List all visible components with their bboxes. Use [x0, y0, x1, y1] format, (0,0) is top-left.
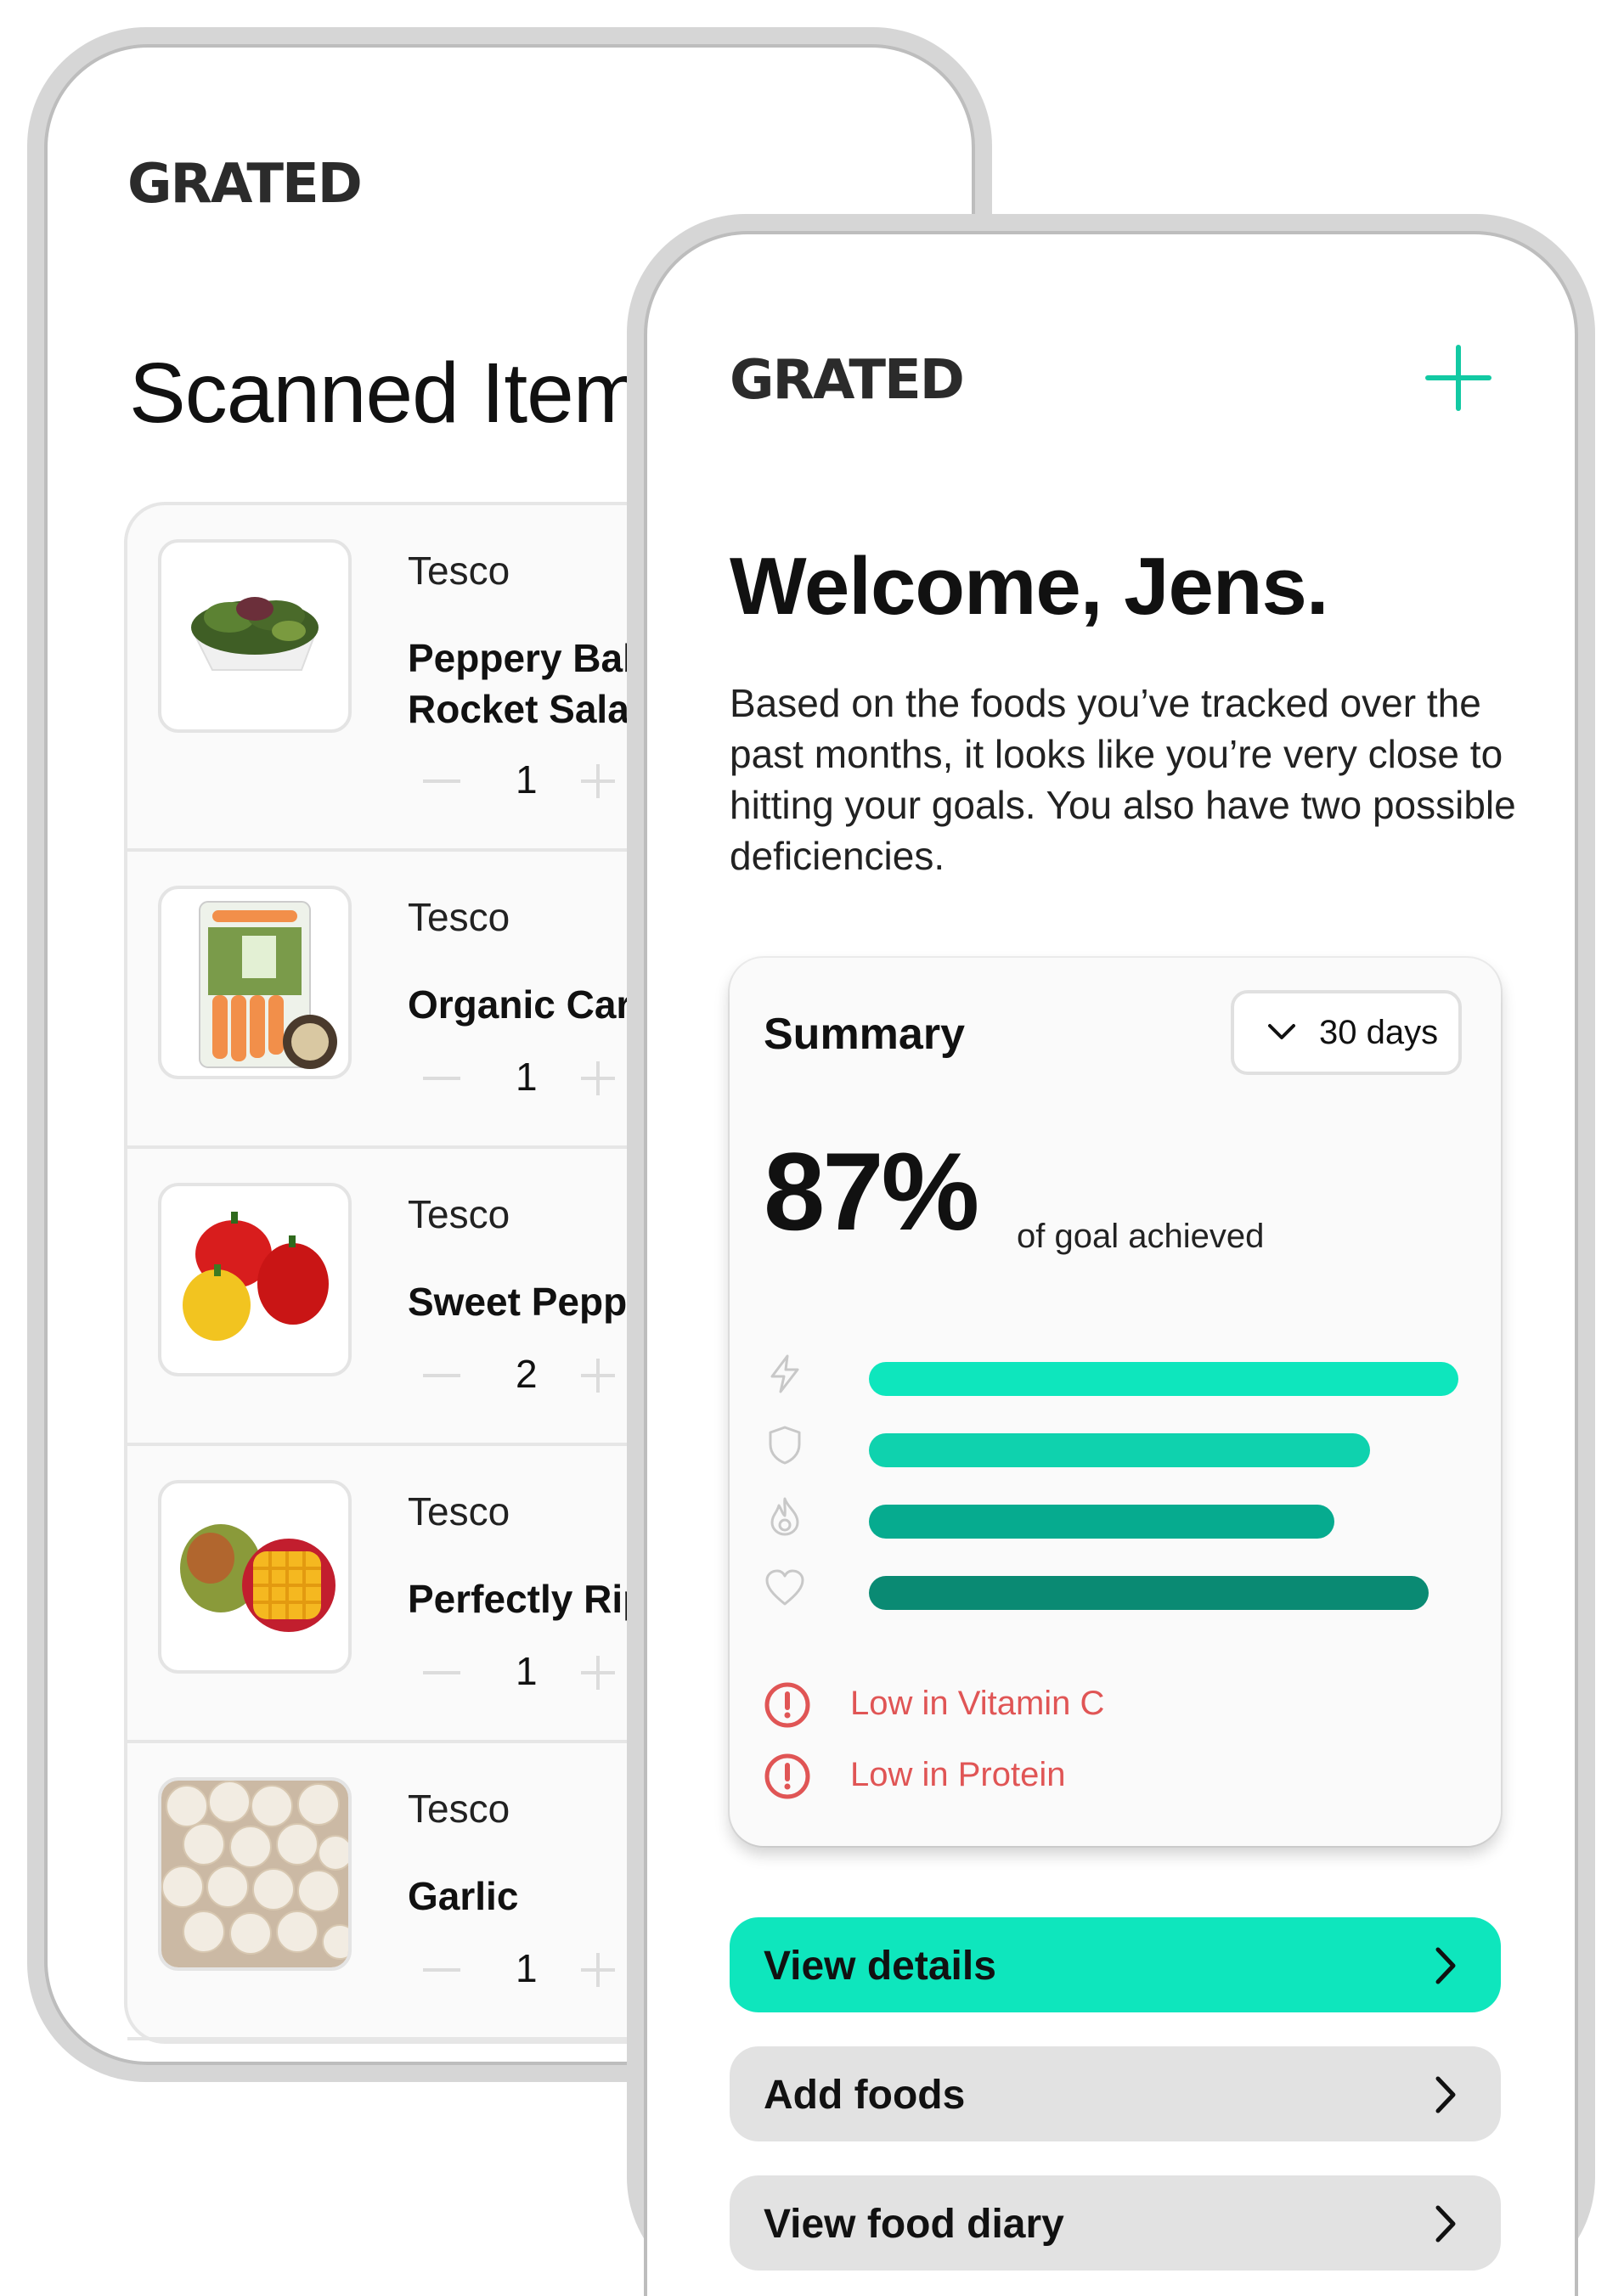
product-image [158, 1480, 352, 1674]
store-name: Tesco [408, 895, 510, 939]
metric-energy [764, 1348, 1469, 1399]
warning-text: Low in Protein [850, 1756, 1066, 1793]
metric-bar [869, 1433, 1370, 1467]
range-dropdown[interactable]: 30 days [1231, 990, 1462, 1075]
welcome-heading: Welcome, Jens. [730, 541, 1329, 632]
heart-icon [765, 1569, 804, 1606]
decrease-quantity-button[interactable] [423, 1374, 460, 1377]
metric-bar [869, 1576, 1429, 1610]
store-name: Tesco [408, 1192, 510, 1236]
product-image [158, 1777, 352, 1971]
alert-circle-icon [764, 1753, 810, 1799]
quantity-value: 1 [516, 1946, 538, 1990]
view-food-diary-button[interactable]: View food diary [730, 2175, 1501, 2271]
increase-quantity-button[interactable] [581, 764, 615, 798]
decrease-quantity-button[interactable] [423, 1968, 460, 1972]
quantity-value: 1 [516, 1055, 538, 1099]
store-name: Tesco [408, 1787, 510, 1831]
alert-circle-icon [764, 1682, 810, 1728]
increase-quantity-button[interactable] [581, 1656, 615, 1690]
product-image [158, 1183, 352, 1376]
app-logo: GRATED [730, 349, 965, 412]
chevron-right-icon [1435, 1947, 1456, 1984]
metric-heart [764, 1562, 1469, 1613]
app-logo: GRATED [127, 153, 363, 216]
decrease-quantity-button[interactable] [423, 779, 460, 783]
goal-percent: 87% [764, 1129, 979, 1253]
range-label: 30 days [1319, 1014, 1439, 1051]
quantity-value: 1 [516, 1649, 538, 1693]
decrease-quantity-button[interactable] [423, 1671, 460, 1674]
store-name: Tesco [408, 1489, 510, 1533]
chevron-right-icon [1435, 2205, 1456, 2243]
chevron-down-icon [1268, 1024, 1295, 1039]
metric-immunity [764, 1420, 1469, 1471]
home-screen: GRATED Welcome, Jens. Based on the foods… [644, 231, 1578, 2296]
decrease-quantity-button[interactable] [423, 1077, 460, 1080]
metric-bar [869, 1362, 1458, 1396]
product-image [158, 886, 352, 1079]
button-label: View details [764, 1944, 996, 1989]
flame-icon [770, 1497, 799, 1536]
increase-quantity-button[interactable] [581, 1953, 615, 1987]
phone-frame-front: GRATED Welcome, Jens. Based on the foods… [627, 214, 1595, 2296]
page-title: Scanned Items [129, 346, 685, 441]
button-label: View food diary [764, 2202, 1064, 2247]
product-image [158, 539, 352, 733]
plus-icon[interactable] [1425, 345, 1491, 411]
chevron-right-icon [1435, 2076, 1456, 2113]
lightning-icon [770, 1354, 799, 1393]
increase-quantity-button[interactable] [581, 1061, 615, 1095]
add-foods-button[interactable]: Add foods [730, 2046, 1501, 2141]
product-name: Garlic [408, 1874, 519, 1918]
quantity-value: 1 [516, 757, 538, 802]
intro-text: Based on the foods you’ve tracked over t… [730, 681, 1516, 878]
button-label: Add foods [764, 2073, 966, 2118]
shield-icon [769, 1426, 801, 1465]
store-name: Tesco [408, 549, 510, 593]
goal-caption: of goal achieved [1017, 1218, 1265, 1255]
increase-quantity-button[interactable] [581, 1359, 615, 1393]
quantity-value: 2 [516, 1352, 538, 1396]
metric-metabolism [764, 1491, 1469, 1542]
summary-card: Summary 30 days 87% of goal achieved Low… [730, 958, 1501, 1846]
metric-bar [869, 1505, 1334, 1539]
summary-title: Summary [764, 1010, 965, 1059]
warning-text: Low in Vitamin C [850, 1685, 1105, 1722]
view-details-button[interactable]: View details [730, 1917, 1501, 2012]
